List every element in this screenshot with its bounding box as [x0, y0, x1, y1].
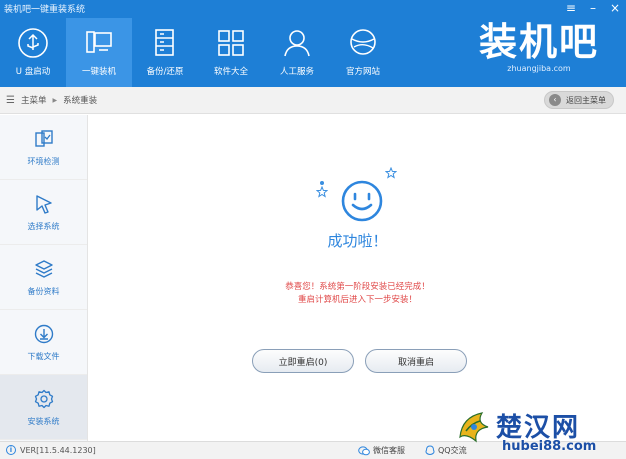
- sidebar-label: 环境检测: [27, 156, 60, 166]
- sidebar-label: 选择系统: [27, 221, 60, 231]
- sidebar-item-install-system[interactable]: 安装系统: [0, 375, 87, 440]
- version-info: i VER[11.5.44.1230]: [6, 445, 96, 455]
- decoration-dot: [320, 181, 324, 185]
- star-icon: [316, 186, 328, 198]
- sidebar-item-download[interactable]: 下载文件: [0, 310, 87, 375]
- wechat-icon: [358, 445, 370, 455]
- nav-label: 备份/还原: [146, 67, 184, 77]
- success-title: 成功啦！: [327, 232, 388, 250]
- apps-grid-icon: [218, 30, 244, 56]
- sidebar-label: 下载文件: [27, 351, 60, 361]
- globe-icon: [350, 29, 376, 55]
- sidebar-item-environment-check[interactable]: 环境检测: [0, 115, 87, 180]
- layers-icon: [34, 259, 53, 278]
- nav-label: U 盘启动: [15, 67, 51, 77]
- nav-item-software[interactable]: 软件大全: [198, 18, 264, 87]
- qq-icon: [425, 445, 435, 456]
- version-text: VER[11.5.44.1230]: [20, 445, 96, 455]
- nav-item-backup-restore[interactable]: 备份/还原: [132, 18, 198, 87]
- message-line: 重启计算机后进入下一步安装！: [297, 295, 417, 305]
- menu-icon[interactable]: ≡: [566, 0, 576, 16]
- nav-item-website[interactable]: 官方网站: [330, 18, 396, 87]
- smiley-icon: [341, 180, 383, 222]
- gear-icon: [34, 389, 53, 408]
- nav-label: 软件大全: [213, 67, 248, 77]
- info-icon: i: [6, 445, 16, 455]
- sidebar-item-backup[interactable]: 备份资料: [0, 245, 87, 310]
- nav-item-service[interactable]: 人工服务: [264, 18, 330, 87]
- top-nav: U 盘启动 一键装机 备份/还原 软件大全 人工服务 官方网站: [0, 18, 396, 87]
- environment-check-icon: [34, 129, 53, 147]
- watermark: 楚汉网 hubei88.com: [454, 405, 626, 459]
- breadcrumb-separator: ▶: [52, 96, 58, 104]
- download-icon: [34, 324, 53, 343]
- step-sidebar: 环境检测 选择系统 备份资料 下载文件 安装系统: [0, 115, 88, 441]
- list-icon: ☰: [6, 94, 15, 106]
- wechat-service-link[interactable]: 微信客服: [358, 445, 405, 456]
- sidebar-label: 备份资料: [27, 286, 60, 296]
- success-message: 恭喜您！系统第一阶段安装已经完成！ 重启计算机后进入下一步安装！: [89, 281, 626, 307]
- user-service-icon: [284, 30, 310, 57]
- backup-icon: [155, 29, 174, 56]
- breadcrumb: ☰ 主菜单 ▶ 系统重装: [6, 94, 98, 107]
- breadcrumb-home[interactable]: 主菜单: [21, 94, 47, 106]
- sidebar-item-select-system[interactable]: 选择系统: [0, 180, 87, 245]
- breadcrumb-bar: ☰ 主菜单 ▶ 系统重装 ‹ 返回主菜单: [0, 87, 626, 114]
- nav-label: 官方网站: [345, 67, 380, 77]
- nav-label: 一键装机: [81, 67, 116, 77]
- main-panel: 成功啦！ 恭喜您！系统第一阶段安装已经完成！ 重启计算机后进入下一步安装！ 立即…: [89, 115, 626, 441]
- brand-name: 装机吧: [478, 20, 599, 64]
- monitor-icon: [86, 31, 112, 53]
- back-to-main-button[interactable]: ‹ 返回主菜单: [544, 91, 614, 109]
- nav-label: 人工服务: [279, 67, 314, 77]
- nav-item-usb-boot[interactable]: U 盘启动: [0, 18, 66, 87]
- brand-url: zhuangjiba.com: [507, 64, 571, 73]
- sidebar-label: 安装系统: [27, 416, 60, 426]
- star-icon: [385, 167, 397, 179]
- back-button-label: 返回主菜单: [566, 95, 606, 105]
- back-arrow-icon: ‹: [549, 94, 561, 106]
- window-controls: ≡ – ×: [566, 0, 620, 16]
- nav-item-one-click-install[interactable]: 一键装机: [66, 18, 132, 87]
- brand-logo: 装机吧 zhuangjiba.com: [474, 20, 604, 73]
- cancel-restart-button[interactable]: 取消重启: [365, 349, 467, 373]
- app-header: 装机吧一键重装系统 ≡ – × U 盘启动 一键装机 备份/还原 软件大全 人工…: [0, 0, 626, 87]
- cursor-icon: [35, 194, 52, 214]
- close-icon[interactable]: ×: [610, 0, 620, 16]
- restart-now-button[interactable]: 立即重启(0): [252, 349, 354, 373]
- watermark-logo-icon: [459, 412, 489, 443]
- message-line: 恭喜您！系统第一阶段安装已经完成！: [285, 282, 430, 292]
- window-title: 装机吧一键重装系统: [4, 5, 86, 15]
- watermark-url: hubei88.com: [502, 439, 597, 454]
- minimize-icon[interactable]: –: [590, 0, 596, 16]
- wechat-label: 微信客服: [373, 446, 405, 455]
- usb-icon: [18, 28, 48, 58]
- breadcrumb-current: 系统重装: [63, 96, 98, 106]
